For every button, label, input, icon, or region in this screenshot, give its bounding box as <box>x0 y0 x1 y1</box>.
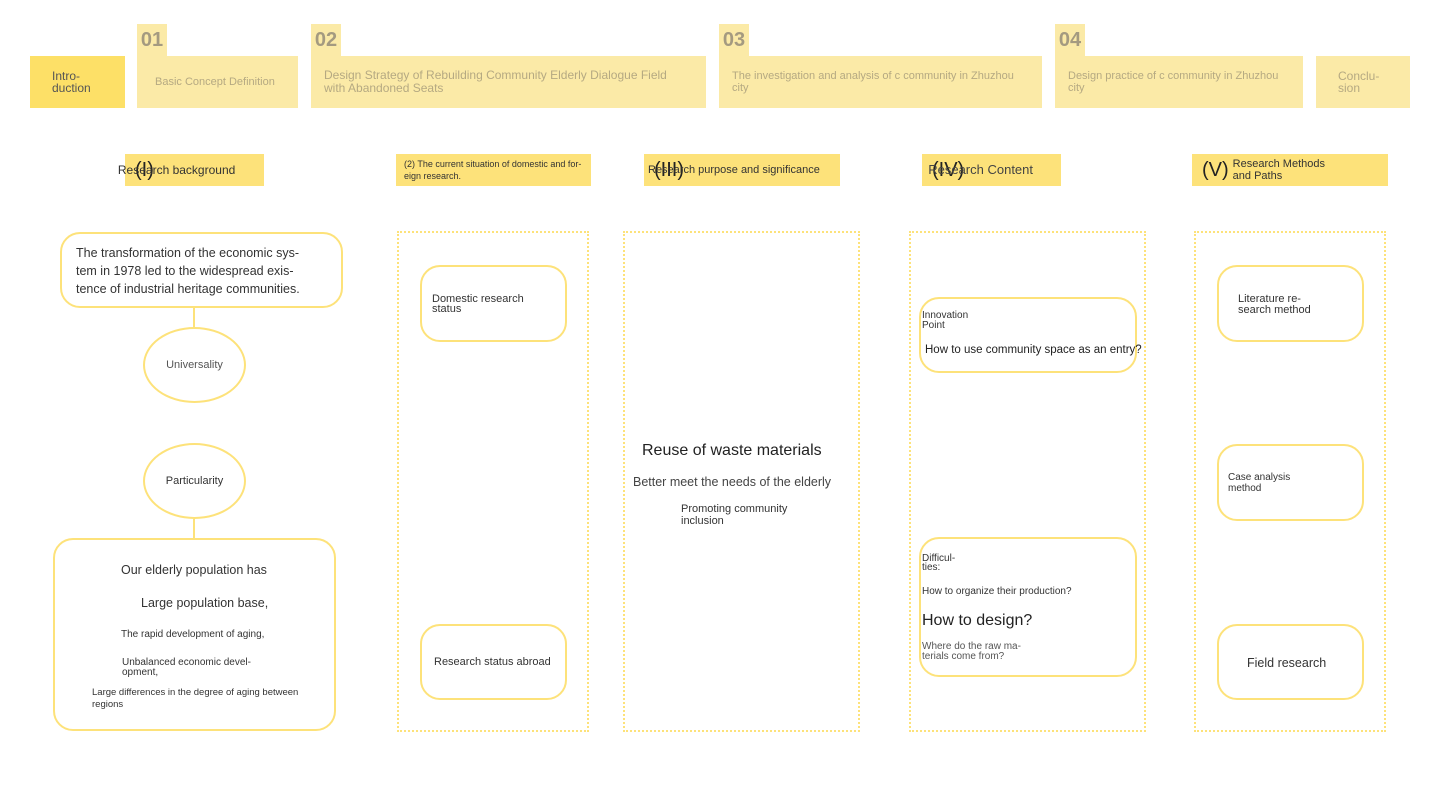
innovation-point-box: Innovation Point How to use community sp… <box>919 297 1142 373</box>
economic-transformation-text: The transformation of the economic sys- … <box>76 246 300 296</box>
domestic-research-box: Domestic research status <box>420 265 567 342</box>
elderly-line-4: Unbalanced economic devel- opment, <box>122 657 251 678</box>
literature-method-box: Literature re- search method <box>1217 265 1364 342</box>
nav-introduction[interactable]: Intro- duction <box>30 56 125 108</box>
section-label: (2) The current situation of domestic an… <box>404 159 582 181</box>
domestic-research-label: Domestic research status <box>432 293 524 315</box>
elderly-line-1: Our elderly population has <box>121 563 267 577</box>
nav-item-investigation[interactable]: The investigation and analysis of c comm… <box>719 56 1042 108</box>
section-label: Research purpose and significance <box>648 164 820 176</box>
case-analysis-box: Case analysis method <box>1217 444 1364 521</box>
connector-line <box>193 308 195 328</box>
purpose-line-3: Promoting community inclusion <box>681 503 788 527</box>
innovation-text: How to use community space as an entry? <box>925 344 1142 356</box>
difficulty-question-2: How to design? <box>922 612 1033 629</box>
section-research-status: (2) The current situation of domestic an… <box>396 154 591 186</box>
section-roman: (V) <box>1202 159 1229 181</box>
nav-num-04: 04 <box>1055 24 1085 56</box>
section-research-background: (I) Research background <box>118 154 264 186</box>
nav-item-label: Basic Concept Definition <box>155 76 275 88</box>
nav-item-label: Design practice of c community in Zhuzho… <box>1068 70 1279 94</box>
elderly-line-5: Large differences in the degree of aging… <box>92 687 299 710</box>
elderly-line-3: The rapid development of aging, <box>121 629 265 640</box>
difficulties-box: Difficul- ties: How to organize their pr… <box>919 537 1137 677</box>
nav-conclusion[interactable]: Conclu- sion <box>1316 56 1410 108</box>
section-label: Research background <box>117 163 236 177</box>
connector-line <box>193 519 195 539</box>
section-label: Research Content <box>928 162 1033 177</box>
field-research-box: Field research <box>1217 624 1364 700</box>
purpose-line-2: Better meet the needs of the elderly <box>633 475 832 489</box>
nav-item-label: The investigation and analysis of c comm… <box>732 70 1014 94</box>
literature-method-label: Literature re- search method <box>1238 293 1311 316</box>
difficulty-question-3: Where do the raw ma- terials come from? <box>922 641 1021 662</box>
economic-transformation-box: The transformation of the economic sys- … <box>60 232 343 308</box>
abroad-research-label: Research status abroad <box>434 656 551 668</box>
innovation-label: Innovation Point <box>922 310 969 331</box>
nav-num-02: 02 <box>311 24 341 56</box>
universality-node: Universality <box>143 327 246 403</box>
difficulty-question-1: How to organize their production? <box>922 586 1072 597</box>
abroad-research-box: Research status abroad <box>420 624 567 700</box>
section-research-content: (IV) Research Content <box>922 154 1061 186</box>
particularity-node: Particularity <box>143 443 246 519</box>
section-research-methods: (V) Research Methods and Paths <box>1192 154 1388 186</box>
nav-item-label: Design Strategy of Rebuilding Community … <box>324 68 667 95</box>
elderly-line-2: Large population base, <box>141 596 269 610</box>
difficulties-label: Difficul- ties: <box>922 553 956 573</box>
section-label: Research Methods and Paths <box>1232 158 1325 182</box>
purpose-line-1: Reuse of waste materials <box>642 442 822 459</box>
nav-item-design-strategy[interactable]: Design Strategy of Rebuilding Community … <box>311 56 706 108</box>
nav-num-03: 03 <box>719 24 749 56</box>
case-analysis-label: Case analysis method <box>1228 472 1291 494</box>
nav-item-design-practice[interactable]: Design practice of c community in Zhuzho… <box>1055 56 1303 108</box>
field-research-label: Field research <box>1247 656 1327 670</box>
nav-introduction-label: Intro- duction <box>52 69 91 95</box>
elderly-population-box: Our elderly population has Large populat… <box>53 538 336 731</box>
particularity-label: Particularity <box>165 475 224 487</box>
nav-conclusion-label: Conclu- sion <box>1338 69 1380 95</box>
nav-num-01: 01 <box>137 24 167 56</box>
nav-item-basic-concept[interactable]: Basic Concept Definition <box>137 56 298 108</box>
section-research-purpose: (III) Research purpose and significance <box>644 154 840 186</box>
universality-label: Universality <box>166 359 223 371</box>
